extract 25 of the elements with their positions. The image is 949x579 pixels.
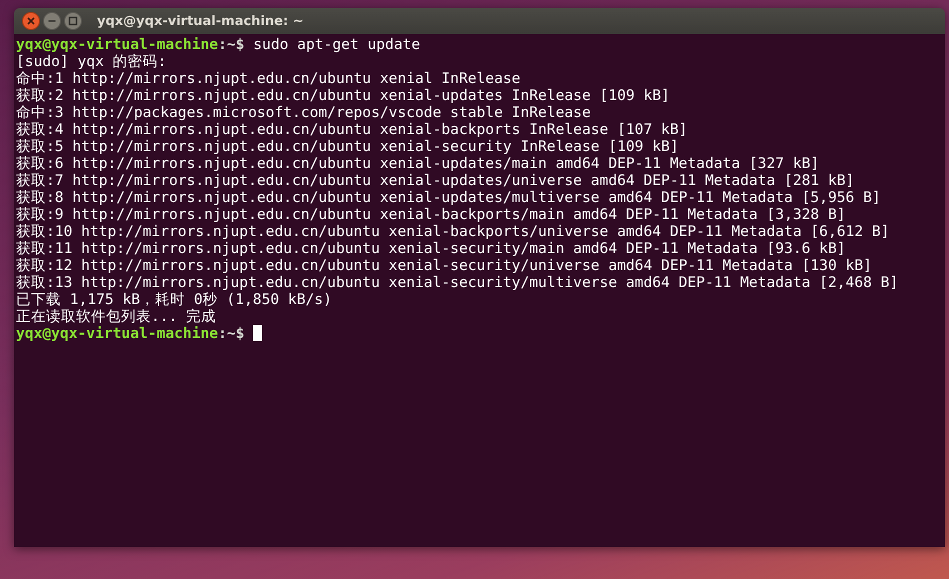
- output-line: [sudo] yqx 的密码:: [16, 53, 166, 70]
- output-line: 命中:3 http://packages.microsoft.com/repos/vscode stable InRelease: [16, 104, 591, 121]
- output-line: 获取:10 http://mirrors.njupt.edu.cn/ubuntu xenial-backports/universe amd64 DEP-11 Metadata [6,612 B]: [16, 223, 890, 240]
- close-icon[interactable]: [22, 12, 40, 30]
- output-line: 获取:8 http://mirrors.njupt.edu.cn/ubuntu xenial-updates/multiverse amd64 DEP-11 Metadata [5,956 B]: [16, 189, 881, 206]
- prompt-path: :~$: [218, 36, 244, 53]
- prompt-path: :~$: [218, 325, 244, 342]
- output-line: 正在读取软件包列表... 完成: [16, 308, 216, 325]
- output-line: 获取:5 http://mirrors.njupt.edu.cn/ubuntu xenial-security InRelease [109 kB]: [16, 138, 679, 155]
- output-line: 获取:2 http://mirrors.njupt.edu.cn/ubuntu xenial-updates InRelease [109 kB]: [16, 87, 670, 104]
- output-line: 获取:9 http://mirrors.njupt.edu.cn/ubuntu xenial-backports/main amd64 DEP-11 Metadata [3,328 B]: [16, 206, 846, 223]
- output-line: 获取:11 http://mirrors.njupt.edu.cn/ubuntu xenial-security/main amd64 DEP-11 Metadata [93.6 kB]: [16, 240, 846, 257]
- output-line: 获取:13 http://mirrors.njupt.edu.cn/ubuntu xenial-security/multiverse amd64 DEP-11 Metadata [2,468 B]: [16, 274, 898, 291]
- output-line: 获取:6 http://mirrors.njupt.edu.cn/ubuntu xenial-updates/main amd64 DEP-11 Metadata [327 kB]: [16, 155, 820, 172]
- output-line: 获取:4 http://mirrors.njupt.edu.cn/ubuntu xenial-backports InRelease [107 kB]: [16, 121, 688, 138]
- output-line: 获取:12 http://mirrors.njupt.edu.cn/ubuntu xenial-security/universe amd64 DEP-11 Metadata [130 kB]: [16, 257, 872, 274]
- window-title: yqx@yqx-virtual-machine: ~: [97, 14, 304, 28]
- output-line: 命中:1 http://mirrors.njupt.edu.cn/ubuntu xenial InRelease: [16, 70, 520, 87]
- prompt-user-host: yqx@yqx-virtual-machine: [16, 36, 218, 53]
- output-line: 获取:7 http://mirrors.njupt.edu.cn/ubuntu xenial-updates/universe amd64 DEP-11 Metadata [281 kB]: [16, 172, 854, 189]
- prompt-user-host: yqx@yqx-virtual-machine: [16, 325, 218, 342]
- output-line: 已下载 1,175 kB，耗时 0秒 (1,850 kB/s): [16, 291, 332, 308]
- command-text: sudo apt-get update: [253, 36, 420, 53]
- maximize-icon[interactable]: [64, 12, 82, 30]
- minimize-icon[interactable]: [43, 12, 61, 30]
